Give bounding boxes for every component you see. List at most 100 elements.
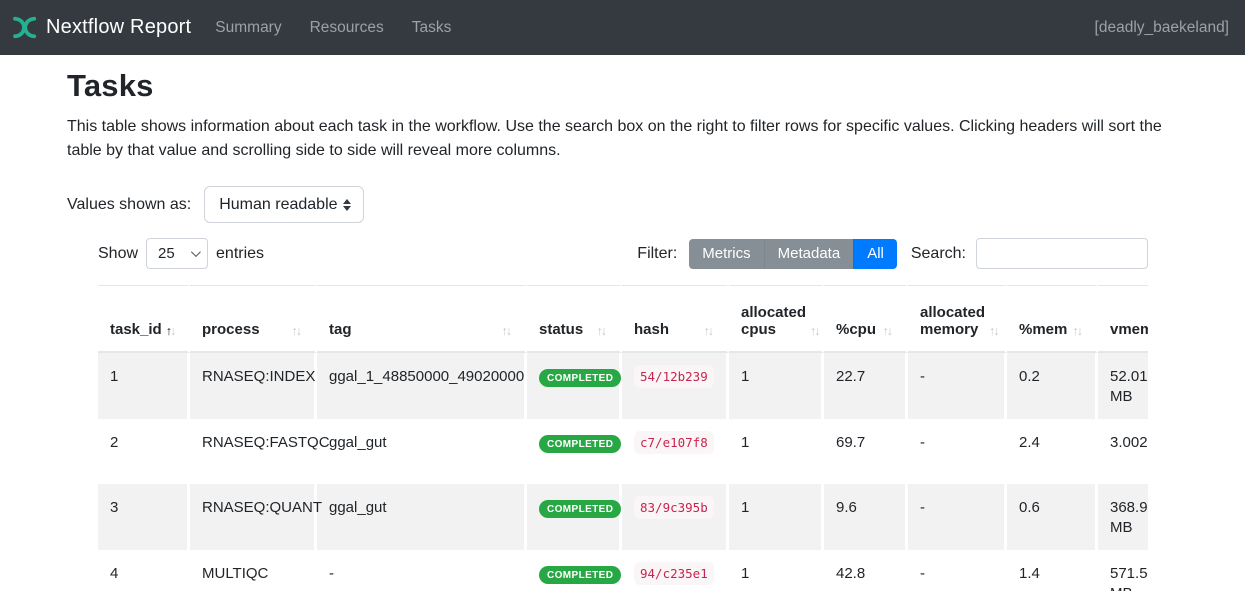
table-row: 2 RNASEQ:FASTQC ggal_gut COMPLETED c7/e1… — [98, 419, 1148, 484]
nav-link-resources[interactable]: Resources — [310, 19, 384, 37]
select-updown-icon — [343, 199, 351, 211]
col-header-mem-pct[interactable]: %mem↑↓ — [1007, 285, 1098, 353]
filter-button-metadata[interactable]: Metadata — [764, 239, 854, 269]
filter-search-controls: Filter: Metrics Metadata All Search: — [637, 238, 1148, 269]
status-badge: COMPLETED — [539, 500, 621, 518]
cell-task-id: 4 — [98, 550, 190, 591]
navbar: Nextflow Report Summary Resources Tasks … — [0, 0, 1245, 55]
status-badge: COMPLETED — [539, 435, 621, 453]
col-header-vmem[interactable]: vmem↑↓ — [1098, 285, 1148, 353]
cell-vmem: 571.58 MB — [1098, 550, 1148, 591]
table-scroll-area[interactable]: task_id↑↓ process↑↓ tag↑↓ status↑↓ hash↑… — [98, 285, 1148, 591]
cell-cpu-pct: 69.7 — [824, 419, 908, 484]
cell-tag: ggal_gut — [317, 484, 527, 550]
cell-tag: ggal_1_48850000_49020000 — [317, 353, 527, 419]
cell-process: RNASEQ:FASTQC — [190, 419, 317, 484]
hash-code: 83/9c395b — [634, 496, 714, 519]
cell-status: COMPLETED — [527, 550, 622, 591]
hash-code: 94/c235e1 — [634, 562, 714, 585]
show-label: Show — [98, 245, 138, 263]
cell-cpu-pct: 9.6 — [824, 484, 908, 550]
cell-vmem: 52.016 MB — [1098, 353, 1148, 419]
status-badge: COMPLETED — [539, 566, 621, 584]
sort-asc-icon: ↑↓ — [166, 324, 177, 338]
cell-process: RNASEQ:QUANT — [190, 484, 317, 550]
cell-status: COMPLETED — [527, 419, 622, 484]
cell-cpu-pct: 22.7 — [824, 353, 908, 419]
values-shown-select[interactable]: Human readable — [204, 186, 364, 223]
cell-status: COMPLETED — [527, 353, 622, 419]
brand-title: Nextflow Report — [46, 16, 191, 39]
cell-task-id: 2 — [98, 419, 190, 484]
chevron-down-icon — [191, 247, 201, 257]
col-header-process[interactable]: process↑↓ — [190, 285, 317, 353]
entries-select[interactable]: 25 — [146, 238, 208, 269]
sort-icon: ↑↓ — [810, 324, 821, 338]
table-row: 1 RNASEQ:INDEX ggal_1_48850000_49020000 … — [98, 353, 1148, 419]
sort-icon: ↑↓ — [883, 324, 894, 338]
entries-control: Show 25 entries — [98, 238, 264, 269]
cell-cpu-pct: 42.8 — [824, 550, 908, 591]
cell-mem-pct: 0.6 — [1007, 484, 1098, 550]
cell-mem-pct: 2.4 — [1007, 419, 1098, 484]
cell-task-id: 1 — [98, 353, 190, 419]
cell-mem-pct: 0.2 — [1007, 353, 1098, 419]
filter-button-group: Metrics Metadata All — [689, 239, 897, 269]
cell-tag: ggal_gut — [317, 419, 527, 484]
values-shown-row: Values shown as: Human readable — [67, 186, 1178, 223]
run-name: [deadly_baekeland] — [1095, 19, 1229, 37]
page-title: Tasks — [67, 68, 1178, 104]
cell-status: COMPLETED — [527, 484, 622, 550]
sort-icon: ↑↓ — [502, 324, 513, 338]
nav-link-tasks[interactable]: Tasks — [412, 19, 452, 37]
cell-process: RNASEQ:INDEX — [190, 353, 317, 419]
cell-allocated-memory: - — [908, 353, 1007, 419]
hash-code: c7/e107f8 — [634, 431, 714, 454]
cell-allocated-cpus: 1 — [729, 419, 824, 484]
col-header-status[interactable]: status↑↓ — [527, 285, 622, 353]
entries-label: entries — [216, 245, 264, 263]
datatable-wrapper: Show 25 entries Filter: Metrics Metadata… — [98, 238, 1148, 591]
nav-link-summary[interactable]: Summary — [215, 19, 281, 37]
cell-vmem: 3.002 — [1098, 419, 1148, 484]
tasks-table: task_id↑↓ process↑↓ tag↑↓ status↑↓ hash↑… — [98, 285, 1148, 591]
sort-icon: ↑↓ — [292, 324, 303, 338]
col-header-cpu-pct[interactable]: %cpu↑↓ — [824, 285, 908, 353]
cell-allocated-memory: - — [908, 484, 1007, 550]
table-controls: Show 25 entries Filter: Metrics Metadata… — [98, 238, 1148, 269]
cell-allocated-memory: - — [908, 550, 1007, 591]
cell-allocated-cpus: 1 — [729, 484, 824, 550]
search-label: Search: — [911, 245, 966, 263]
table-row: 4 MULTIQC - COMPLETED 94/c235e1 1 42.8 -… — [98, 550, 1148, 591]
filter-button-metrics[interactable]: Metrics — [689, 239, 763, 269]
sort-icon: ↑↓ — [1073, 324, 1084, 338]
cell-hash: 54/12b239 — [622, 353, 729, 419]
cell-mem-pct: 1.4 — [1007, 550, 1098, 591]
hash-code: 54/12b239 — [634, 365, 714, 388]
cell-tag: - — [317, 550, 527, 591]
navbar-brand[interactable]: Nextflow Report — [10, 14, 191, 41]
col-header-allocated-cpus[interactable]: allocated cpus↑↓ — [729, 285, 824, 353]
nextflow-logo-icon — [10, 14, 37, 41]
cell-allocated-cpus: 1 — [729, 550, 824, 591]
cell-vmem: 368.95 MB — [1098, 484, 1148, 550]
cell-allocated-memory: - — [908, 419, 1007, 484]
values-shown-selected: Human readable — [219, 196, 337, 214]
filter-button-all[interactable]: All — [853, 239, 897, 269]
cell-hash: 83/9c395b — [622, 484, 729, 550]
search-input[interactable] — [976, 238, 1148, 269]
cell-hash: 94/c235e1 — [622, 550, 729, 591]
col-header-task-id[interactable]: task_id↑↓ — [98, 285, 190, 353]
col-header-allocated-memory[interactable]: allocated memory↑↓ — [908, 285, 1007, 353]
col-header-hash[interactable]: hash↑↓ — [622, 285, 729, 353]
values-shown-label: Values shown as: — [67, 196, 191, 214]
cell-hash: c7/e107f8 — [622, 419, 729, 484]
sort-icon: ↑↓ — [704, 324, 715, 338]
nav-links: Summary Resources Tasks — [215, 19, 451, 37]
filter-label: Filter: — [637, 245, 677, 263]
sort-icon: ↑↓ — [597, 324, 608, 338]
entries-selected: 25 — [158, 245, 175, 262]
sort-icon: ↑↓ — [989, 324, 1000, 338]
status-badge: COMPLETED — [539, 369, 621, 387]
col-header-tag[interactable]: tag↑↓ — [317, 285, 527, 353]
